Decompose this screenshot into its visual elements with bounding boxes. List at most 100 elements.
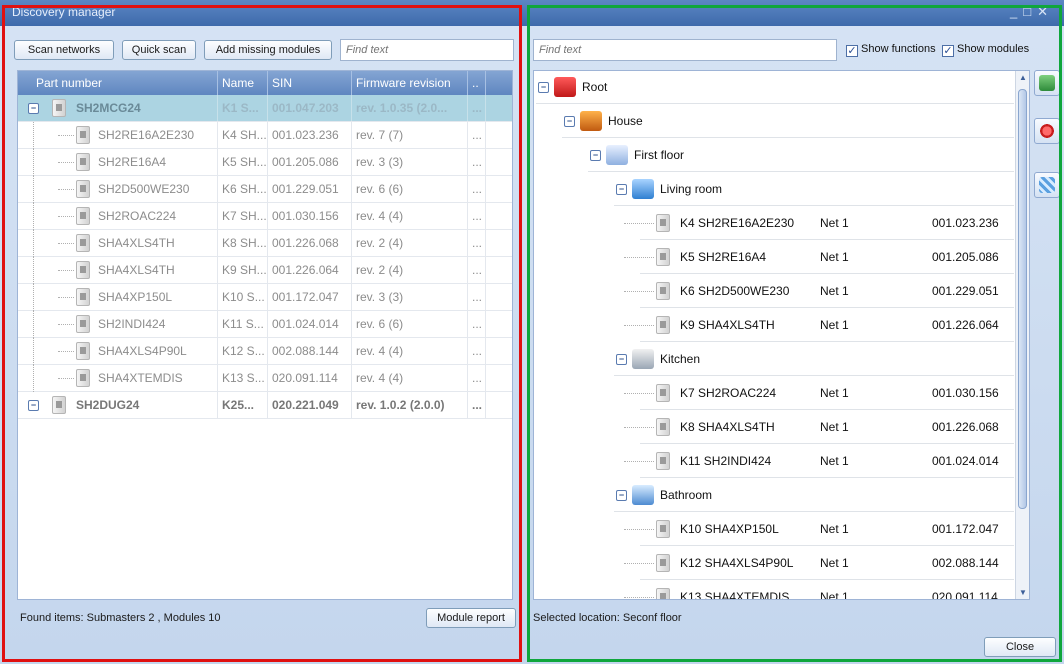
quick-scan-button[interactable]: Quick scan	[122, 40, 196, 60]
tree-module-item[interactable]: K9 SHA4XLS4TH Net 1 001.226.064	[624, 309, 1014, 342]
tree-module-item[interactable]: K12 SHA4XLS4P90L Net 1 002.088.144	[624, 547, 1014, 580]
table-cell-part: SHA4XLS4TH	[18, 257, 218, 283]
column-more[interactable]: ..	[468, 71, 486, 95]
collapse-icon[interactable]: −	[590, 150, 601, 161]
tree-module-item[interactable]: K4 SH2RE16A2E230 Net 1 001.023.236	[624, 207, 1014, 240]
module-icon	[76, 234, 90, 252]
table-cell-sin: 001.226.068	[268, 230, 352, 256]
tree-connector	[58, 135, 74, 136]
scroll-down-icon[interactable]: ▼	[1019, 588, 1027, 597]
table-cell-fw: rev. 1.0.2 (2.0.0)	[352, 392, 468, 418]
stop-tool-button[interactable]	[1034, 118, 1060, 144]
close-icon[interactable]: ✕	[1037, 4, 1054, 20]
tree-module-net: Net 1	[820, 556, 849, 570]
table-cell-part: SHA4XLS4P90L	[18, 338, 218, 364]
tree-connector	[58, 297, 74, 298]
collapse-icon[interactable]: −	[564, 116, 575, 127]
table-row[interactable]: SH2RE16A4 K5 SH... 001.205.086 rev. 3 (3)..…	[18, 149, 512, 176]
tree-module-item[interactable]: K13 SHA4XTEMDIS Net 1 020.091.114	[624, 581, 1014, 599]
tree-module-item[interactable]: K7 SH2ROAC224 Net 1 001.030.156	[624, 377, 1014, 410]
table-row[interactable]: SH2INDI424 K11 S... 001.024.014 rev. 6 (6).…	[18, 311, 512, 338]
show-functions-label: Show functions	[861, 43, 936, 55]
collapse-icon[interactable]: −	[28, 103, 39, 114]
show-modules-checkbox[interactable]: ✓ Show modules	[942, 43, 1029, 57]
maximize-icon[interactable]: □	[1023, 4, 1037, 19]
minimize-icon[interactable]: _	[1010, 4, 1023, 19]
tree-module-net: Net 1	[820, 284, 849, 298]
table-row[interactable]: SHA4XLS4TH K8 SH... 001.226.068 rev. 2 (4).…	[18, 230, 512, 257]
tree-module-net: Net 1	[820, 522, 849, 536]
tree-connector	[33, 338, 34, 365]
tree-module-label: K9 SHA4XLS4TH	[680, 318, 775, 332]
tree-location-item[interactable]: − Bathroom	[614, 479, 1014, 512]
tree-connector	[624, 427, 654, 428]
table-cell-more: ...	[468, 95, 486, 121]
column-sin[interactable]: SIN	[268, 71, 352, 95]
title-bar: Discovery manager _□✕	[0, 0, 1064, 26]
table-row[interactable]: SHA4XLS4P90L K12 S... 002.088.144 rev. 4 (4…	[18, 338, 512, 365]
table-cell-more: ...	[468, 365, 486, 391]
tree-module-item[interactable]: K8 SHA4XLS4TH Net 1 001.226.068	[624, 411, 1014, 444]
scrollbar-thumb[interactable]	[1018, 89, 1027, 509]
tree-connector	[58, 270, 74, 271]
table-row[interactable]: SH2ROAC224 K7 SH... 001.030.156 rev. 4 (4).…	[18, 203, 512, 230]
tree-module-item[interactable]: K10 SHA4XP150L Net 1 001.172.047	[624, 513, 1014, 546]
module-report-button[interactable]: Module report	[426, 608, 516, 628]
tree-module-item[interactable]: K5 SH2RE16A4 Net 1 001.205.086	[624, 241, 1014, 274]
scroll-up-icon[interactable]: ▲	[1019, 73, 1027, 82]
table-cell-fw: rev. 7 (7)	[352, 122, 468, 148]
clear-tool-button[interactable]	[1034, 70, 1060, 96]
selected-location-status: Selected location: Seconf floor	[533, 612, 682, 624]
collapse-icon[interactable]: −	[616, 490, 627, 501]
column-part-number[interactable]: Part number	[18, 71, 218, 95]
right-search-input[interactable]	[533, 39, 837, 61]
tree-location-item[interactable]: − Root	[536, 71, 1014, 104]
network-tool-button[interactable]	[1034, 172, 1060, 198]
collapse-icon[interactable]: −	[616, 354, 627, 365]
table-cell-sin: 001.023.236	[268, 122, 352, 148]
module-icon	[656, 418, 670, 436]
table-row[interactable]: SH2D500WE230 K6 SH... 001.229.051 rev. 6 (6…	[18, 176, 512, 203]
tree-location-item[interactable]: − Living room	[614, 173, 1014, 206]
table-row[interactable]: SHA4XP150L K10 S... 001.172.047 rev. 3 (3).…	[18, 284, 512, 311]
table-cell-sin: 001.047.203	[268, 95, 352, 121]
table-cell-fw: rev. 2 (4)	[352, 230, 468, 256]
collapse-icon[interactable]: −	[538, 82, 549, 93]
show-functions-checkbox[interactable]: ✓ Show functions	[846, 43, 936, 57]
tree-module-sin: 001.226.068	[932, 420, 999, 434]
left-search-input[interactable]	[340, 39, 514, 61]
tree-connector	[58, 324, 74, 325]
table-cell-fw: rev. 4 (4)	[352, 365, 468, 391]
table-row[interactable]: SH2DUG24 K25... 020.221.049 rev. 1.0.2 (2.0…	[18, 392, 512, 419]
table-cell-part: SH2DUG24	[18, 392, 218, 418]
module-icon	[656, 520, 670, 538]
tree-module-item[interactable]: K6 SH2D500WE230 Net 1 001.229.051	[624, 275, 1014, 308]
floor-icon	[606, 145, 628, 165]
column-name[interactable]: Name	[218, 71, 268, 95]
living-room-icon	[632, 179, 654, 199]
tree-location-label: Root	[582, 80, 608, 94]
tree-module-item[interactable]: K11 SH2INDI424 Net 1 001.024.014	[624, 445, 1014, 478]
grid-header: Part number Name SIN Firmware revision .…	[18, 71, 512, 95]
module-icon	[656, 316, 670, 334]
table-row[interactable]: SHA4XLS4TH K9 SH... 001.226.064 rev. 2 (4).…	[18, 257, 512, 284]
tree-location-item[interactable]: − First floor	[588, 139, 1014, 172]
close-button[interactable]: Close	[984, 637, 1056, 657]
table-row[interactable]: SH2RE16A2E230 K4 SH... 001.023.236 rev. 7 (…	[18, 122, 512, 149]
found-items-status: Found items: Submasters 2 , Modules 10	[20, 612, 221, 624]
table-cell-more: ...	[468, 122, 486, 148]
tree-module-label: K10 SHA4XP150L	[680, 522, 779, 536]
collapse-icon[interactable]: −	[616, 184, 627, 195]
tree-location-item[interactable]: − Kitchen	[614, 343, 1014, 376]
column-firmware-revision[interactable]: Firmware revision	[352, 71, 468, 95]
tree-scrollbar[interactable]: ▲ ▼	[1015, 71, 1029, 599]
add-missing-modules-button[interactable]: Add missing modules	[204, 40, 332, 60]
scan-networks-button[interactable]: Scan networks	[14, 40, 114, 60]
tree-location-label: First floor	[634, 148, 685, 162]
table-row[interactable]: SH2MCG24 K1 S... 001.047.203 rev. 1.0.35 (2…	[18, 95, 512, 122]
collapse-icon[interactable]: −	[28, 400, 39, 411]
module-icon	[76, 288, 90, 306]
tree-location-item[interactable]: − House	[562, 105, 1014, 138]
table-row[interactable]: SHA4XTEMDIS K13 S... 020.091.114 rev. 4 (4)…	[18, 365, 512, 392]
tree-module-net: Net 1	[820, 454, 849, 468]
